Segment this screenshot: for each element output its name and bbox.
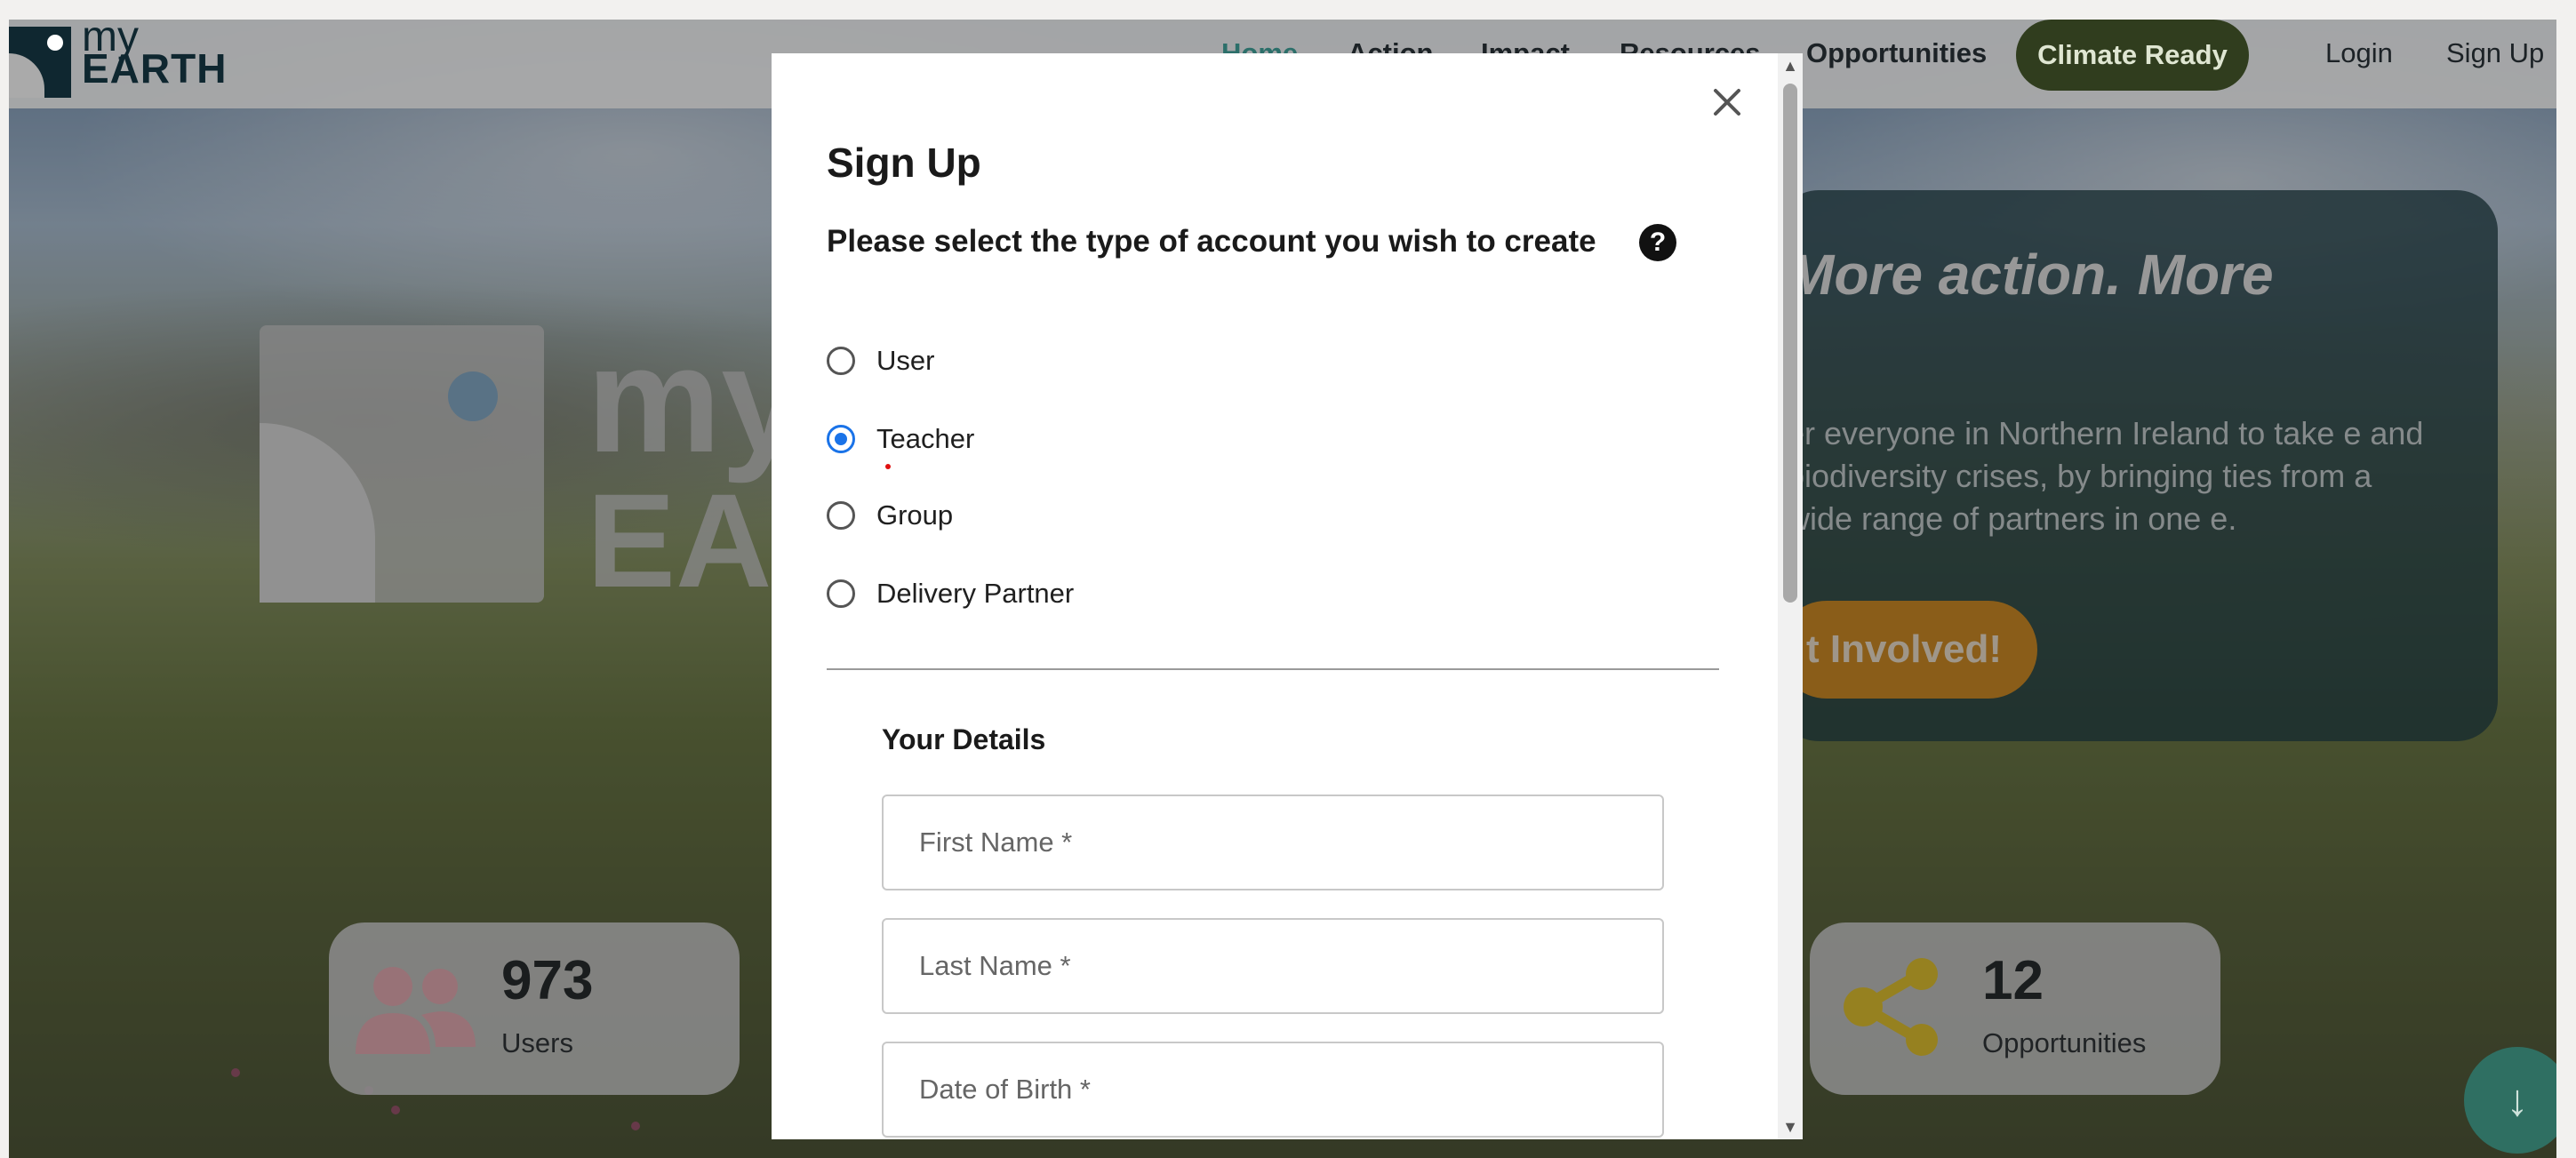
scroll-down-arrow-icon[interactable]: ▼ bbox=[1778, 1114, 1803, 1139]
radio-button[interactable] bbox=[827, 347, 855, 375]
nav-item-opportunities[interactable]: Opportunities bbox=[1806, 37, 1987, 69]
signup-modal: Sign Up Please select the type of accoun… bbox=[772, 53, 1803, 1139]
logo-text-earth: EARTH bbox=[82, 45, 228, 92]
close-icon[interactable] bbox=[1705, 80, 1749, 124]
radio-label: Delivery Partner bbox=[876, 578, 1075, 609]
signup-link[interactable]: Sign Up bbox=[2446, 37, 2544, 69]
last-name-input[interactable] bbox=[882, 918, 1664, 1014]
radio-option-user[interactable]: User bbox=[827, 339, 934, 383]
scroll-up-arrow-icon[interactable]: ▲ bbox=[1778, 53, 1803, 78]
radio-label: User bbox=[876, 345, 935, 376]
login-link[interactable]: Login bbox=[2325, 37, 2393, 69]
account-type-prompt: Please select the type of account you wi… bbox=[827, 224, 1596, 259]
earth-logo-icon bbox=[9, 27, 71, 98]
section-divider bbox=[827, 668, 1719, 670]
scrollbar-thumb[interactable] bbox=[1783, 84, 1797, 603]
help-icon[interactable]: ? bbox=[1639, 224, 1676, 261]
radio-option-teacher[interactable]: Teacher bbox=[827, 417, 974, 461]
climate-ready-button[interactable]: Climate Ready bbox=[2016, 20, 2249, 91]
radio-label: Teacher bbox=[876, 423, 975, 454]
first-name-input[interactable] bbox=[882, 795, 1664, 890]
date-of-birth-input[interactable] bbox=[882, 1042, 1664, 1138]
radio-button[interactable] bbox=[827, 501, 855, 530]
your-details-heading: Your Details bbox=[882, 723, 1046, 755]
arrow-down-icon: ↓ bbox=[2506, 1075, 2529, 1125]
red-dot-marker bbox=[885, 464, 891, 469]
radio-option-delivery-partner[interactable]: Delivery Partner bbox=[827, 571, 1074, 616]
radio-option-group[interactable]: Group bbox=[827, 493, 953, 538]
modal-scrollbar[interactable]: ▲ ▼ bbox=[1778, 53, 1803, 1139]
radio-button-selected[interactable] bbox=[827, 425, 855, 453]
modal-title: Sign Up bbox=[827, 140, 981, 186]
radio-label: Group bbox=[876, 499, 954, 531]
radio-button[interactable] bbox=[827, 579, 855, 608]
